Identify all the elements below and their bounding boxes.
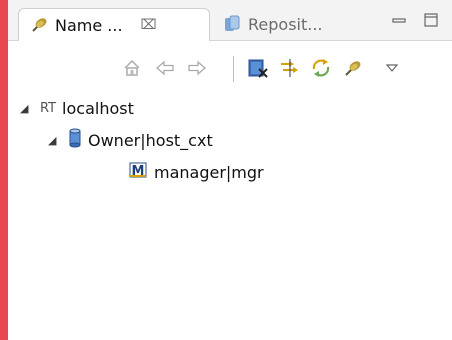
- remove-connection-icon[interactable]: [246, 56, 270, 80]
- tree-node-label: manager|mgr: [154, 162, 264, 182]
- minimize-icon[interactable]: [390, 11, 408, 29]
- database-icon: [68, 128, 82, 152]
- tree-node-localhost[interactable]: ◢ RT localhost: [20, 95, 134, 121]
- tree-node-manager[interactable]: M manager|mgr: [128, 159, 264, 185]
- expanded-triangle-icon[interactable]: ◢: [20, 102, 32, 115]
- tab-repository[interactable]: Reposit...: [212, 8, 382, 40]
- home-icon[interactable]: [120, 56, 144, 80]
- expanded-triangle-icon[interactable]: ◢: [48, 134, 60, 147]
- view-menu-icon[interactable]: [380, 56, 404, 80]
- tree-node-label: Owner|host_cxt: [88, 130, 213, 150]
- plug-icon: [29, 15, 49, 35]
- view-tab-bar: Name ... ⌧ Reposit...: [8, 0, 452, 41]
- filter-icon[interactable]: [278, 56, 302, 80]
- mgr-icon: M: [128, 160, 148, 184]
- forward-arrow-icon[interactable]: [185, 56, 209, 80]
- view-toolbar: [8, 52, 452, 86]
- tree-node-owner[interactable]: ◢ Owner|host_cxt: [48, 127, 213, 153]
- repository-icon: [222, 14, 242, 34]
- left-accent-bar: [0, 0, 8, 340]
- tree-node-label: localhost: [62, 98, 134, 118]
- tab-names[interactable]: Name ... ⌧: [18, 8, 210, 41]
- toolbar-separator: [233, 56, 234, 82]
- refresh-icon[interactable]: [309, 56, 333, 80]
- maximize-icon[interactable]: [422, 11, 440, 29]
- tab-label: Reposit...: [248, 14, 323, 34]
- connect-icon[interactable]: [341, 56, 365, 80]
- rt-icon: RT: [40, 100, 57, 116]
- close-icon[interactable]: ⌧: [139, 17, 159, 33]
- back-arrow-icon[interactable]: [153, 56, 177, 80]
- tab-label: Name ...: [55, 15, 123, 35]
